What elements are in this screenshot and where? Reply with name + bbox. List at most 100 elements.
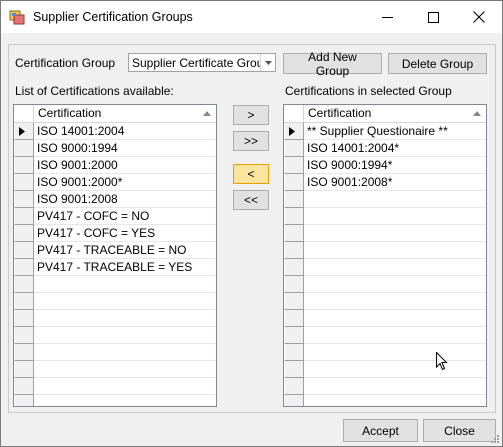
empty-row[interactable] — [14, 293, 216, 310]
row-header[interactable] — [284, 378, 304, 395]
row-header[interactable] — [14, 327, 34, 344]
empty-row[interactable] — [284, 259, 486, 276]
certification-group-select[interactable]: Supplier Certificate Group #1 — [128, 53, 276, 72]
row-header[interactable] — [284, 344, 304, 361]
certification-cell[interactable] — [304, 259, 486, 276]
empty-row[interactable] — [284, 225, 486, 242]
row-header[interactable] — [14, 208, 34, 225]
empty-row[interactable] — [284, 395, 486, 406]
row-header[interactable] — [284, 259, 304, 276]
certification-cell[interactable]: PV417 - COFC = YES — [34, 225, 216, 242]
table-row[interactable]: ISO 9001:2000 — [14, 157, 216, 174]
certification-cell[interactable] — [34, 276, 216, 293]
column-header-certification[interactable]: Certification — [304, 105, 486, 123]
row-header[interactable] — [14, 378, 34, 395]
empty-row[interactable] — [14, 344, 216, 361]
table-row[interactable]: ISO 9001:2008 — [14, 191, 216, 208]
selected-certifications-grid[interactable]: Certification ** Supplier Questionaire *… — [283, 104, 487, 407]
certification-cell[interactable] — [34, 310, 216, 327]
accept-button[interactable]: Accept — [343, 419, 418, 442]
certification-cell[interactable] — [304, 242, 486, 259]
row-header[interactable] — [14, 242, 34, 259]
certification-cell[interactable]: ISO 9000:1994* — [304, 157, 486, 174]
certification-cell[interactable]: PV417 - COFC = NO — [34, 208, 216, 225]
certification-cell[interactable] — [34, 293, 216, 310]
empty-row[interactable] — [14, 327, 216, 344]
move-all-left-button[interactable]: << — [233, 190, 269, 210]
certification-cell[interactable] — [304, 208, 486, 225]
row-header[interactable] — [14, 276, 34, 293]
certification-cell[interactable]: ISO 14001:2004* — [304, 140, 486, 157]
chevron-down-icon[interactable] — [260, 54, 275, 71]
close-window-button[interactable] — [456, 1, 502, 33]
row-header[interactable] — [14, 361, 34, 378]
certification-cell[interactable]: ISO 14001:2004 — [34, 123, 216, 140]
row-header[interactable] — [284, 140, 304, 157]
row-header[interactable] — [14, 191, 34, 208]
row-header[interactable] — [14, 140, 34, 157]
row-header[interactable] — [284, 395, 304, 406]
certification-cell[interactable] — [304, 361, 486, 378]
row-header[interactable] — [14, 225, 34, 242]
row-header[interactable] — [284, 174, 304, 191]
empty-row[interactable] — [284, 293, 486, 310]
certification-cell[interactable]: ISO 9001:2008 — [34, 191, 216, 208]
row-header[interactable] — [284, 242, 304, 259]
empty-row[interactable] — [284, 310, 486, 327]
certification-cell[interactable] — [304, 378, 486, 395]
certification-cell[interactable] — [34, 327, 216, 344]
row-header[interactable] — [14, 123, 34, 140]
row-header[interactable] — [284, 276, 304, 293]
empty-row[interactable] — [284, 208, 486, 225]
row-header[interactable] — [14, 157, 34, 174]
table-row[interactable]: ISO 14001:2004* — [284, 140, 486, 157]
certification-cell[interactable]: ISO 9001:2000 — [34, 157, 216, 174]
certification-cell[interactable] — [304, 327, 486, 344]
row-header[interactable] — [14, 344, 34, 361]
table-row[interactable]: ** Supplier Questionaire ** — [284, 123, 486, 140]
minimize-button[interactable] — [364, 1, 410, 33]
certification-cell[interactable] — [304, 225, 486, 242]
empty-row[interactable] — [14, 310, 216, 327]
certification-cell[interactable]: ** Supplier Questionaire ** — [304, 123, 486, 140]
certification-cell[interactable]: ISO 9000:1994 — [34, 140, 216, 157]
add-new-group-button[interactable]: Add New Group — [283, 50, 382, 78]
row-header[interactable] — [14, 310, 34, 327]
row-header[interactable] — [14, 174, 34, 191]
delete-group-button[interactable]: Delete Group — [388, 53, 487, 74]
row-header[interactable] — [284, 123, 304, 140]
certification-cell[interactable] — [304, 395, 486, 406]
row-header[interactable] — [284, 225, 304, 242]
row-header[interactable] — [284, 327, 304, 344]
certification-cell[interactable]: PV417 - TRACEABLE = YES — [34, 259, 216, 276]
column-header-certification[interactable]: Certification — [34, 105, 216, 123]
row-header[interactable] — [284, 208, 304, 225]
row-header[interactable] — [284, 191, 304, 208]
certification-cell[interactable] — [34, 344, 216, 361]
certification-cell[interactable]: ISO 9001:2008* — [304, 174, 486, 191]
empty-row[interactable] — [284, 242, 486, 259]
row-header[interactable] — [284, 310, 304, 327]
empty-row[interactable] — [284, 276, 486, 293]
row-header[interactable] — [284, 361, 304, 378]
table-row[interactable]: ISO 14001:2004 — [14, 123, 216, 140]
row-header[interactable] — [14, 395, 34, 406]
available-certifications-grid[interactable]: Certification ISO 14001:2004 ISO 9000:199… — [13, 104, 217, 407]
move-one-left-button[interactable]: < — [233, 164, 269, 184]
certification-cell[interactable] — [304, 191, 486, 208]
table-row[interactable]: PV417 - COFC = NO — [14, 208, 216, 225]
empty-row[interactable] — [14, 395, 216, 406]
certification-cell[interactable]: ISO 9001:2000* — [34, 174, 216, 191]
certification-cell[interactable]: PV417 - TRACEABLE = NO — [34, 242, 216, 259]
table-row[interactable]: PV417 - COFC = YES — [14, 225, 216, 242]
move-all-right-button[interactable]: >> — [233, 131, 269, 151]
empty-row[interactable] — [284, 327, 486, 344]
certification-cell[interactable] — [304, 310, 486, 327]
resize-grip-icon[interactable] — [490, 434, 500, 444]
table-row[interactable]: ISO 9000:1994 — [14, 140, 216, 157]
certification-cell[interactable] — [34, 378, 216, 395]
certification-cell[interactable] — [304, 293, 486, 310]
table-row[interactable]: ISO 9001:2008* — [284, 174, 486, 191]
row-header[interactable] — [14, 293, 34, 310]
table-row[interactable]: ISO 9001:2000* — [14, 174, 216, 191]
